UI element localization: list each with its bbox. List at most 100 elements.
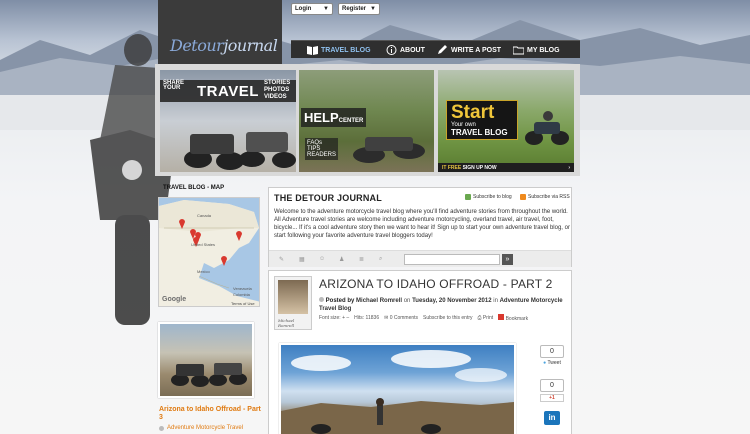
categories-icon[interactable]: ≣ [359,256,366,263]
map-label-venezuela: Venezuela [233,286,252,291]
share-your-text: SHARE YOUR [163,80,184,91]
subscribe-icon [465,194,471,200]
help-small: CENTER [338,118,364,124]
help-center-banner[interactable]: HELPCENTER FAQs TIPS READERS [299,70,434,172]
help-center-label: HELPCENTER [301,108,367,127]
post-author-link[interactable]: Michael Romrell [356,298,402,304]
gplus-count: 0 [540,379,564,392]
start-big: Start [451,102,495,123]
subscribe-entry-link[interactable]: Subscribe to this entry [423,315,472,321]
login-select[interactable]: Login ▼ [291,3,333,15]
subscribe-blog-link[interactable]: Subscribe to blog [465,194,512,200]
gplus-share[interactable]: 0 +1 [540,379,564,402]
search-icon[interactable]: ⌕ [379,256,386,263]
share-travel-big: TRAVEL [197,83,259,100]
book-icon [307,46,318,55]
share-stack-3: VIDEOS [264,94,287,100]
nav-about[interactable]: ABOUT [386,41,425,59]
teams-icon[interactable]: ♟ [339,256,346,263]
post-title[interactable]: ARIZONA TO IDAHO OFFROAD - PART 2 [319,277,553,291]
tag-filter-icon[interactable]: ✎ [279,256,286,263]
google-logo: Google [162,296,187,303]
print-label: Print [482,315,494,321]
nav-travel-blog-label: TRAVEL BLOG [321,46,371,54]
comments-link[interactable]: ✉ 0 Comments [384,315,418,321]
bookmark-label: Bookmark [505,316,529,322]
font-size-label: Font size: [319,315,341,321]
offroad-photo [171,363,247,387]
tweet-label: Tweet [547,360,561,366]
map-label-colombia: Colombia [233,292,250,297]
post-date: Tuesday, 20 November 2012 [412,298,492,304]
comment-icon: ✉ [384,315,389,321]
bookmark-icon [498,314,505,320]
help-topics: FAQs TIPS READERS [305,138,339,160]
start-your-blog-banner[interactable]: Start Your own TRAVEL BLOG IT FREE SIGN … [438,70,574,172]
journal-intro: THE DETOUR JOURNAL Subscribe to blog Sub… [268,187,572,267]
pencil-icon [438,45,447,54]
related-post-link[interactable]: Arizona to Idaho Offroad - Part 3 [159,406,263,422]
help-topic-3: READERS [307,152,337,158]
signup-strip[interactable]: IT FREE SIGN UP NOW › [438,163,574,172]
folder-icon [513,46,524,55]
share-stack-1: STORIES [264,80,291,86]
author-photo [278,280,308,314]
blog-search-input[interactable] [404,254,500,265]
start-blog-card: Start Your own TRAVEL BLOG [446,100,518,140]
map-terms-link[interactable]: Terms of Use [231,301,255,306]
post-meta: Posted by Michael Romrell on Tuesday, 20… [319,297,564,313]
travel-map[interactable]: Canada United States Mexico Venezuela Co… [158,197,260,307]
site-logo[interactable]: Detourjournal [158,0,282,64]
tweet-share[interactable]: 0 ● Tweet [540,345,564,366]
start-travel-blog: TRAVEL BLOG [451,128,508,137]
nav-my-blog[interactable]: MY BLOG [513,41,560,59]
rider-photo [525,111,569,145]
nav-travel-blog[interactable]: TRAVEL BLOG [307,41,371,59]
twitter-icon: ● [543,360,547,366]
journal-title: THE DETOUR JOURNAL [274,193,382,203]
share-stack-text: STORIES PHOTOS VIDEOS [264,80,290,101]
chevron-down-icon: ▼ [323,6,329,12]
linkedin-share[interactable]: in [544,411,560,425]
login-select-label: Login [295,6,312,12]
subscribe-rss-link[interactable]: Subscribe via RSS [520,194,570,200]
map-label-us: United States [191,242,216,247]
chevron-down-icon: ▼ [370,6,376,12]
related-post-thumbnail[interactable] [158,322,254,398]
font-increase-button[interactable]: + [342,315,345,321]
bookmark-link[interactable]: Bookmark [498,314,528,322]
font-size-control: Font size: + – [319,315,349,321]
register-select[interactable]: Register ▼ [338,3,380,15]
author-avatar-caption: Michael Romrell [278,318,295,328]
related-post-category-label: Adventure Motorcycle Travel [167,425,244,431]
gplus-button[interactable]: +1 [540,394,564,402]
share-stack-2: PHOTOS [264,87,290,93]
fallen-bike-photo [353,137,425,163]
related-post-category[interactable]: Adventure Motorcycle Travel [159,425,243,431]
nav-write-a-post[interactable]: WRITE A POST [437,41,501,59]
map-title: TRAVEL BLOG - MAP [163,185,225,191]
bloggers-icon[interactable]: ☺ [319,256,326,263]
hits-count: Hits: 11836 [354,315,380,321]
chevron-right-icon: › [568,165,570,171]
post-hero-image[interactable] [279,343,516,434]
tag-icon [159,425,164,431]
info-icon [386,45,397,55]
share-your-travel-banner[interactable]: SHARE YOUR TRAVEL STORIES PHOTOS VIDEOS [160,70,296,172]
linkedin-label: in [548,413,556,422]
main-navigation: TRAVEL BLOG ABOUT WRITE A POST MY BLOG [291,40,580,58]
tweet-count: 0 [540,345,564,358]
tweet-button[interactable]: ● Tweet [540,360,564,366]
linkedin-icon: in [544,411,560,425]
banner-row: SHARE YOUR TRAVEL STORIES PHOTOS VIDEOS … [155,64,580,176]
gplus-label: +1 [549,395,555,401]
author-avatar[interactable]: Michael Romrell [274,276,312,330]
signup-now: SIGN UP NOW [462,165,497,171]
print-icon: ⎙ [477,315,482,321]
font-decrease-button[interactable]: – [346,315,349,321]
archive-icon[interactable]: ▦ [299,256,306,263]
journal-toolbar: ✎ ▦ ☺ ♟ ≣ ⌕ » [269,250,571,267]
print-link[interactable]: ⎙ Print [478,315,494,321]
subscribe-rss-label: Subscribe via RSS [528,194,570,200]
search-go-button[interactable]: » [502,254,513,265]
